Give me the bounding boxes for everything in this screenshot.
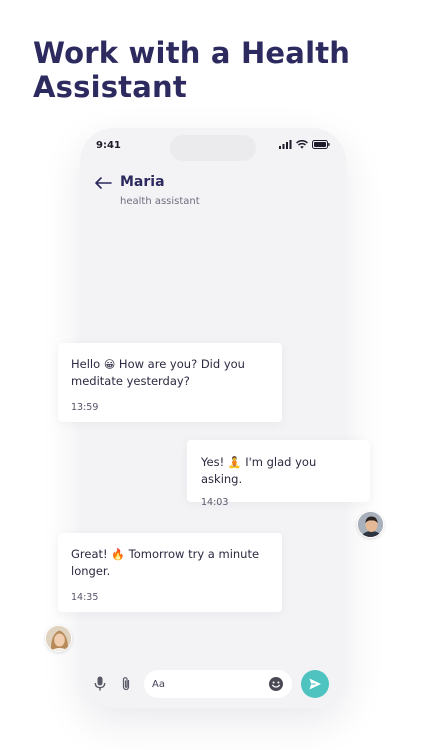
emoji-icon[interactable]: [268, 676, 284, 696]
send-icon: [309, 678, 321, 690]
contact-name: Maria: [120, 174, 165, 190]
message-bubble-assistant: Hello 😀 How are you? Did you meditate ye…: [58, 343, 282, 422]
paperclip-icon[interactable]: [120, 676, 132, 696]
status-time: 9:41: [96, 140, 121, 151]
contact-role: health assistant: [120, 196, 200, 207]
meditation-emoji-icon: 🧘: [227, 456, 242, 469]
phone-notch: [170, 135, 256, 161]
send-button[interactable]: [301, 670, 329, 698]
status-icons: [279, 140, 330, 149]
battery-icon: [312, 140, 330, 149]
message-text: Great! 🔥 Tomorrow try a minute longer.: [71, 547, 260, 578]
microphone-icon[interactable]: [94, 676, 106, 696]
page-headline: Work with a Health Assistant: [33, 36, 351, 104]
signal-icon: [279, 140, 292, 149]
message-text: Hello 😀 How are you? Did you meditate ye…: [71, 357, 245, 388]
message-text: Yes! 🧘 I'm glad you asking.: [201, 455, 317, 486]
wifi-icon: [296, 140, 308, 149]
grin-emoji-icon: 😀: [103, 358, 116, 371]
back-arrow-icon[interactable]: [94, 175, 112, 189]
message-bubble-assistant: Great! 🔥 Tomorrow try a minute longer. 1…: [58, 533, 282, 612]
message-bubble-user: Yes! 🧘 I'm glad you asking. 14:03: [187, 440, 370, 508]
message-composer: [80, 660, 346, 708]
message-time: 13:59: [71, 402, 99, 413]
avatar-maria: [45, 625, 72, 652]
message-time: 14:35: [71, 592, 99, 603]
fire-emoji-icon: 🔥: [111, 548, 125, 561]
message-time: 14:03: [201, 497, 229, 508]
avatar-user: [357, 511, 384, 538]
